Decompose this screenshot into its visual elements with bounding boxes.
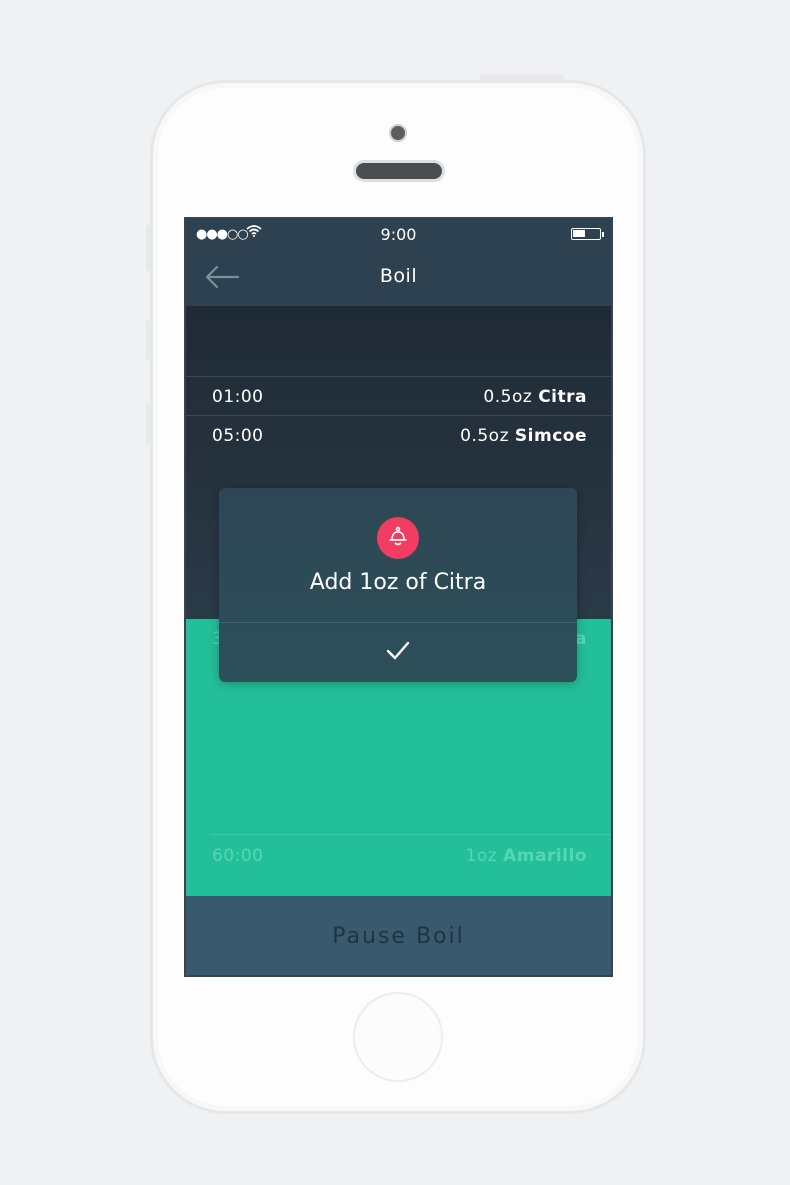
list-item: 05:00 0.5oz Simcoe — [186, 415, 611, 454]
bell-icon — [377, 517, 419, 559]
confirm-button[interactable] — [219, 623, 577, 682]
page-title: Boil — [379, 265, 418, 287]
addition-amount: 0.5oz Citra — [483, 387, 587, 407]
front-camera — [389, 124, 407, 142]
status-time: 9:00 — [380, 225, 417, 244]
earpiece-speaker — [353, 160, 445, 182]
app-screen: ●●●○○ 9:00 Boil 01:00 0.5oz Citra 05:00 … — [184, 217, 613, 977]
divider — [210, 834, 611, 835]
upcoming-amount: 1oz Amarillo — [465, 846, 587, 866]
addition-time: 05:00 — [212, 426, 264, 446]
list-item: 01:00 0.5oz Citra — [186, 376, 611, 415]
hop-addition-alert: Add 1oz of Citra — [219, 488, 577, 682]
battery-icon — [571, 228, 604, 240]
upcoming-time: 60:00 — [212, 846, 264, 866]
addition-amount: 0.5oz Simcoe — [460, 426, 587, 446]
navigation-bar: ●●●○○ 9:00 Boil — [186, 219, 611, 306]
alert-message: Add 1oz of Citra — [309, 570, 487, 595]
home-button — [353, 992, 443, 1082]
status-bar: ●●●○○ 9:00 — [186, 219, 611, 251]
bottom-bar: Pause Boil — [186, 896, 611, 975]
checkmark-icon — [386, 641, 410, 660]
pause-boil-button[interactable]: Pause Boil — [186, 896, 611, 975]
addition-time: 01:00 — [212, 387, 264, 407]
